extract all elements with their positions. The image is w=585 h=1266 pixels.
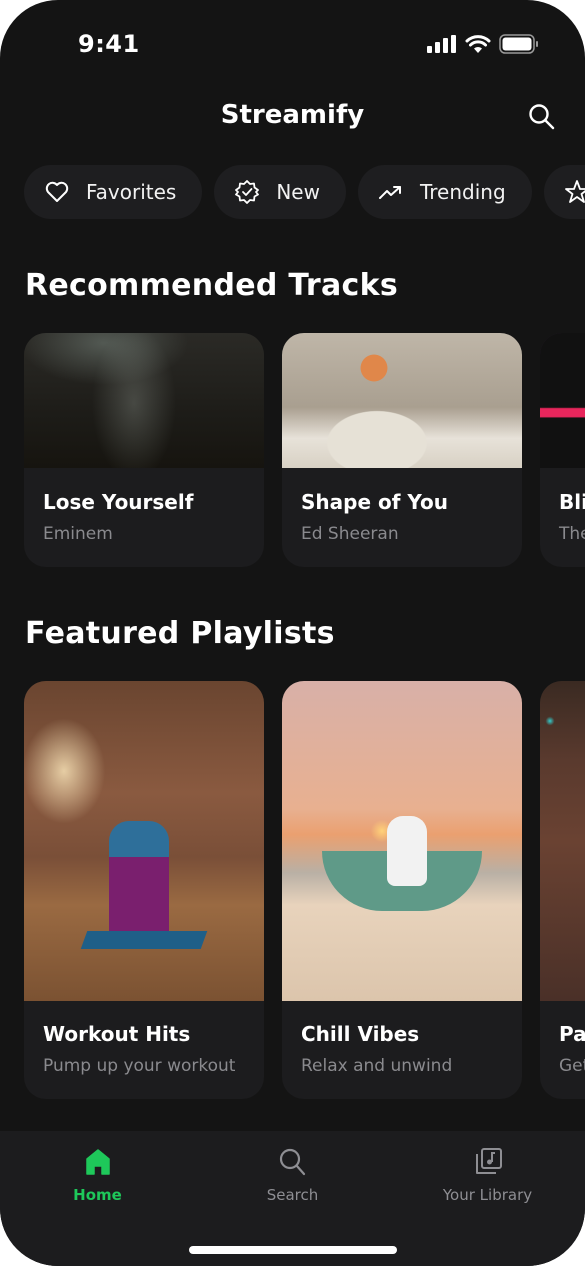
chip-label: Favorites [86,180,177,204]
playlist-subtitle: Relax and unwind [301,1056,453,1076]
track-title: Blinding Lights [559,490,585,514]
chip-favorites[interactable]: Favorites [24,165,203,219]
heart-icon [45,181,69,202]
trending-up-icon [378,186,401,199]
section-title-recommended: Recommended Tracks [25,268,399,303]
playlist-title: Party [559,1022,585,1046]
track-artist: The Weeknd [559,524,585,544]
badge-check-icon [235,180,260,204]
playlist-card[interactable]: Workout Hits Pump up your workout [24,681,264,1099]
playlist-subtitle: Pump up your workout [43,1056,236,1076]
phone-screen: 9:41 Streamify Favorites New Trending Re… [0,0,585,1266]
tab-label: Your Library [442,1186,533,1204]
track-card[interactable]: Shape of You Ed Sheeran [282,333,522,567]
chip-new[interactable]: New [214,165,346,219]
playlist-title: Chill Vibes [301,1022,420,1046]
track-cover-image [282,333,522,468]
tab-label: Search [266,1186,319,1204]
track-cover-image [24,333,264,468]
featured-playlists-row[interactable]: Workout Hits Pump up your workout Chill … [24,681,585,1099]
chip-trending[interactable]: Trending [357,165,532,219]
battery-icon [499,34,538,54]
track-artist: Ed Sheeran [301,524,399,544]
track-title: Lose Yourself [43,490,194,514]
track-title: Shape of You [301,490,449,514]
search-icon[interactable] [527,102,557,132]
section-title-featured: Featured Playlists [25,616,335,651]
recommended-tracks-row[interactable]: Lose Yourself Eminem Shape of You Ed She… [24,333,585,567]
track-card[interactable]: Blinding Lights The Weeknd [540,333,585,567]
status-bar: 9:41 [0,0,585,90]
playlist-cover-image [282,681,522,1001]
star-icon [564,180,585,203]
filter-chips: Favorites New Trending [24,165,585,219]
status-icons [427,34,539,54]
app-title: Streamify [220,100,365,130]
track-artist: Eminem [43,524,113,544]
playlist-card[interactable]: Chill Vibes Relax and unwind [282,681,522,1099]
wifi-icon [465,34,491,53]
home-icon [85,1149,110,1175]
playlist-subtitle: Get [559,1056,585,1076]
chip-top-rated[interactable] [543,165,585,219]
home-indicator[interactable] [189,1246,397,1254]
track-cover-image [540,333,585,468]
search-icon [279,1148,305,1176]
playlist-cover-image [540,681,585,1001]
playlist-cover-image [24,681,264,1001]
chip-label: Trending [419,180,506,204]
track-card[interactable]: Lose Yourself Eminem [24,333,264,567]
playlist-title: Workout Hits [43,1022,191,1046]
chip-label: New [276,180,320,204]
status-time: 9:41 [78,30,140,58]
tab-label: Home [73,1186,122,1204]
signal-icon [427,35,456,53]
library-icon [475,1148,502,1174]
playlist-card[interactable]: Party Get [540,681,585,1099]
